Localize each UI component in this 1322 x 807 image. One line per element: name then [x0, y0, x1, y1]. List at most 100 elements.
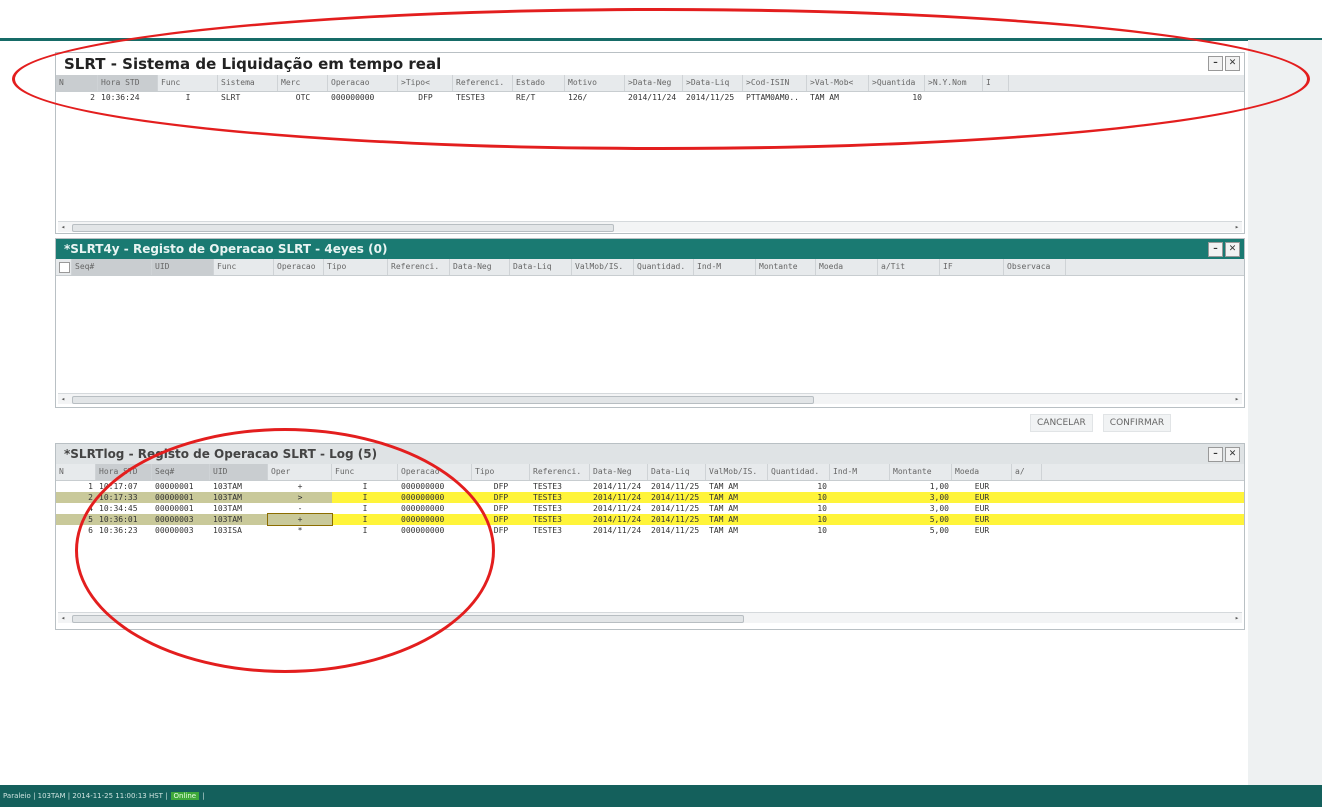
column-header-data-liq[interactable]: >Data-Liq [683, 75, 743, 91]
table-cell: 000000000 [401, 504, 445, 513]
confirm-button[interactable]: CONFIRMAR [1102, 414, 1172, 432]
table-cell: I [185, 93, 191, 102]
slrt4y-scroll-thumb[interactable] [72, 396, 814, 404]
column-header-moeda[interactable]: Moeda [816, 259, 878, 275]
table-row[interactable]: 2 10:17:33 00000001 103TAM > I 000000000 DFP TES… [56, 492, 1244, 503]
column-header-ind-m[interactable]: Ind-M [694, 259, 756, 275]
column-header-referenci[interactable]: Referenci. [388, 259, 450, 275]
minimize-button[interactable]: – [1208, 447, 1223, 462]
table-cell: TESTE3 [533, 504, 562, 513]
column-header-merc[interactable]: Merc [278, 75, 328, 91]
column-header-a-tit[interactable]: a/Tit [878, 259, 940, 275]
table-cell: EUR [974, 493, 990, 502]
slrt4y-horizontal-scrollbar[interactable]: ◂ ▸ [58, 393, 1242, 404]
table-cell: + [267, 513, 333, 526]
column-header-data-neg[interactable]: Data-Neg [590, 464, 648, 480]
scroll-right-icon[interactable]: ▸ [1232, 222, 1242, 232]
column-header-valmob-is[interactable]: ValMob/IS. [572, 259, 634, 275]
column-header-quantidad[interactable]: Quantidad. [768, 464, 830, 480]
column-header-uid[interactable]: UID [152, 259, 214, 275]
table-cell [830, 503, 890, 514]
column-header-func[interactable]: Func [332, 464, 398, 480]
minimize-button[interactable]: – [1208, 242, 1223, 257]
column-header-operacao[interactable]: Operacao [398, 464, 472, 480]
select-all-checkbox[interactable] [59, 262, 70, 273]
column-header-seq[interactable]: Seq# [152, 464, 210, 480]
slrtlog-table-body: 1 10:17:07 00000001 103TAM + I 000000000 DFP TES… [56, 481, 1244, 536]
column-header-estado[interactable]: Estado [513, 75, 565, 91]
column-header-ind-m[interactable]: Ind-M [830, 464, 890, 480]
column-header-hora-std[interactable]: Hora STD [98, 75, 158, 91]
column-header-func[interactable]: Func [214, 259, 274, 275]
column-header-quantidad[interactable]: Quantidad. [634, 259, 694, 275]
column-header-referenci[interactable]: Referenci. [530, 464, 590, 480]
table-cell [830, 492, 890, 503]
column-header-if[interactable]: IF [940, 259, 1004, 275]
table-cell: 00000001 [155, 504, 194, 513]
column-header-val-mob[interactable]: >Val-Mob< [807, 75, 869, 91]
slrt-scroll-thumb[interactable] [72, 224, 614, 232]
table-cell: 1 [88, 482, 93, 491]
table-cell: 2014/11/25 [651, 504, 700, 513]
scroll-right-icon[interactable]: ▸ [1232, 613, 1242, 623]
scroll-right-icon[interactable]: ▸ [1232, 394, 1242, 404]
column-header-quantida[interactable]: >Quantida [869, 75, 925, 91]
column-header-tipo[interactable]: >Tipo< [398, 75, 453, 91]
column-header-cod-isin[interactable]: >Cod-ISIN [743, 75, 807, 91]
close-button[interactable]: ✕ [1225, 56, 1240, 71]
table-row[interactable]: 1 10:17:07 00000001 103TAM + I 000000000 DFP TES… [56, 481, 1244, 492]
scroll-left-icon[interactable]: ◂ [58, 394, 68, 404]
scroll-left-icon[interactable]: ◂ [58, 613, 68, 623]
table-cell: 10:36:24 [101, 93, 140, 102]
column-header-tipo[interactable]: Tipo [324, 259, 388, 275]
table-row[interactable]: 5 10:36:01 00000003 103TAM + I 000000000 DFP TES… [56, 513, 1244, 526]
column-header-montante[interactable]: Montante [756, 259, 816, 275]
slrt-panel: SLRT - Sistema de Liquidação em tempo re… [55, 52, 1245, 234]
column-header-uid[interactable]: UID [210, 464, 268, 480]
column-header-oper[interactable]: Oper [268, 464, 332, 480]
column-header-tipo[interactable]: Tipo [472, 464, 530, 480]
table-cell: TAM AM [709, 515, 738, 524]
4eyes-action-bar: CANCELAR CONFIRMAR [1030, 414, 1172, 432]
column-header-n[interactable]: N [56, 75, 98, 91]
table-cell: 2014/11/24 [593, 482, 642, 491]
table-row[interactable]: 2 10:36:24 I SLRT OTC 000000000 DFP TESTE3 RE/T 1… [56, 92, 1244, 103]
column-header-motivo[interactable]: Motivo [565, 75, 625, 91]
column-header-a[interactable]: a/ [1012, 464, 1042, 480]
column-header-montante[interactable]: Montante [890, 464, 952, 480]
slrt-horizontal-scrollbar[interactable]: ◂ ▸ [58, 221, 1242, 232]
column-header-data-liq[interactable]: Data-Liq [648, 464, 706, 480]
table-cell: 5,00 [929, 526, 949, 535]
table-row[interactable]: 4 10:34:45 00000001 103TAM - I 000000000 DFP TES… [56, 503, 1244, 514]
select-all-cell[interactable] [56, 259, 72, 275]
column-header-sistema[interactable]: Sistema [218, 75, 278, 91]
slrtlog-scroll-thumb[interactable] [72, 615, 744, 623]
column-header-moeda[interactable]: Moeda [952, 464, 1012, 480]
column-header-data-liq[interactable]: Data-Liq [510, 259, 572, 275]
table-cell: 2014/11/25 [686, 93, 735, 102]
table-cell [830, 481, 890, 492]
column-header-referenci[interactable]: Referenci. [453, 75, 513, 91]
table-cell: > [268, 492, 332, 503]
column-header-n-y-nom[interactable]: >N.Y.Nom [925, 75, 983, 91]
scroll-left-icon[interactable]: ◂ [58, 222, 68, 232]
slrtlog-horizontal-scrollbar[interactable]: ◂ ▸ [58, 612, 1242, 623]
table-cell: 2014/11/25 [651, 493, 700, 502]
column-header-observaca[interactable]: Observaca [1004, 259, 1066, 275]
column-header-hora-std[interactable]: Hora STD [96, 464, 152, 480]
close-button[interactable]: ✕ [1225, 242, 1240, 257]
column-header-operacao[interactable]: Operacao [328, 75, 398, 91]
table-row[interactable]: 6 10:36:23 00000003 103ISA * I 000000000 DFP TES… [56, 525, 1244, 536]
slrt-table: N Hora STD Func Sistema Merc Operacao >Tipo< Re… [56, 75, 1244, 103]
close-button[interactable]: ✕ [1225, 447, 1240, 462]
column-header-data-neg[interactable]: Data-Neg [450, 259, 510, 275]
column-header-func[interactable]: Func [158, 75, 218, 91]
minimize-button[interactable]: – [1208, 56, 1223, 71]
cancel-button[interactable]: CANCELAR [1030, 414, 1093, 432]
column-header-data-neg[interactable]: >Data-Neg [625, 75, 683, 91]
column-header-seq[interactable]: Seq# [72, 259, 152, 275]
column-header-operacao[interactable]: Operacao [274, 259, 324, 275]
column-header-n[interactable]: N [56, 464, 96, 480]
column-header-valmob-is[interactable]: ValMob/IS. [706, 464, 768, 480]
column-header-i[interactable]: I [983, 75, 1009, 91]
